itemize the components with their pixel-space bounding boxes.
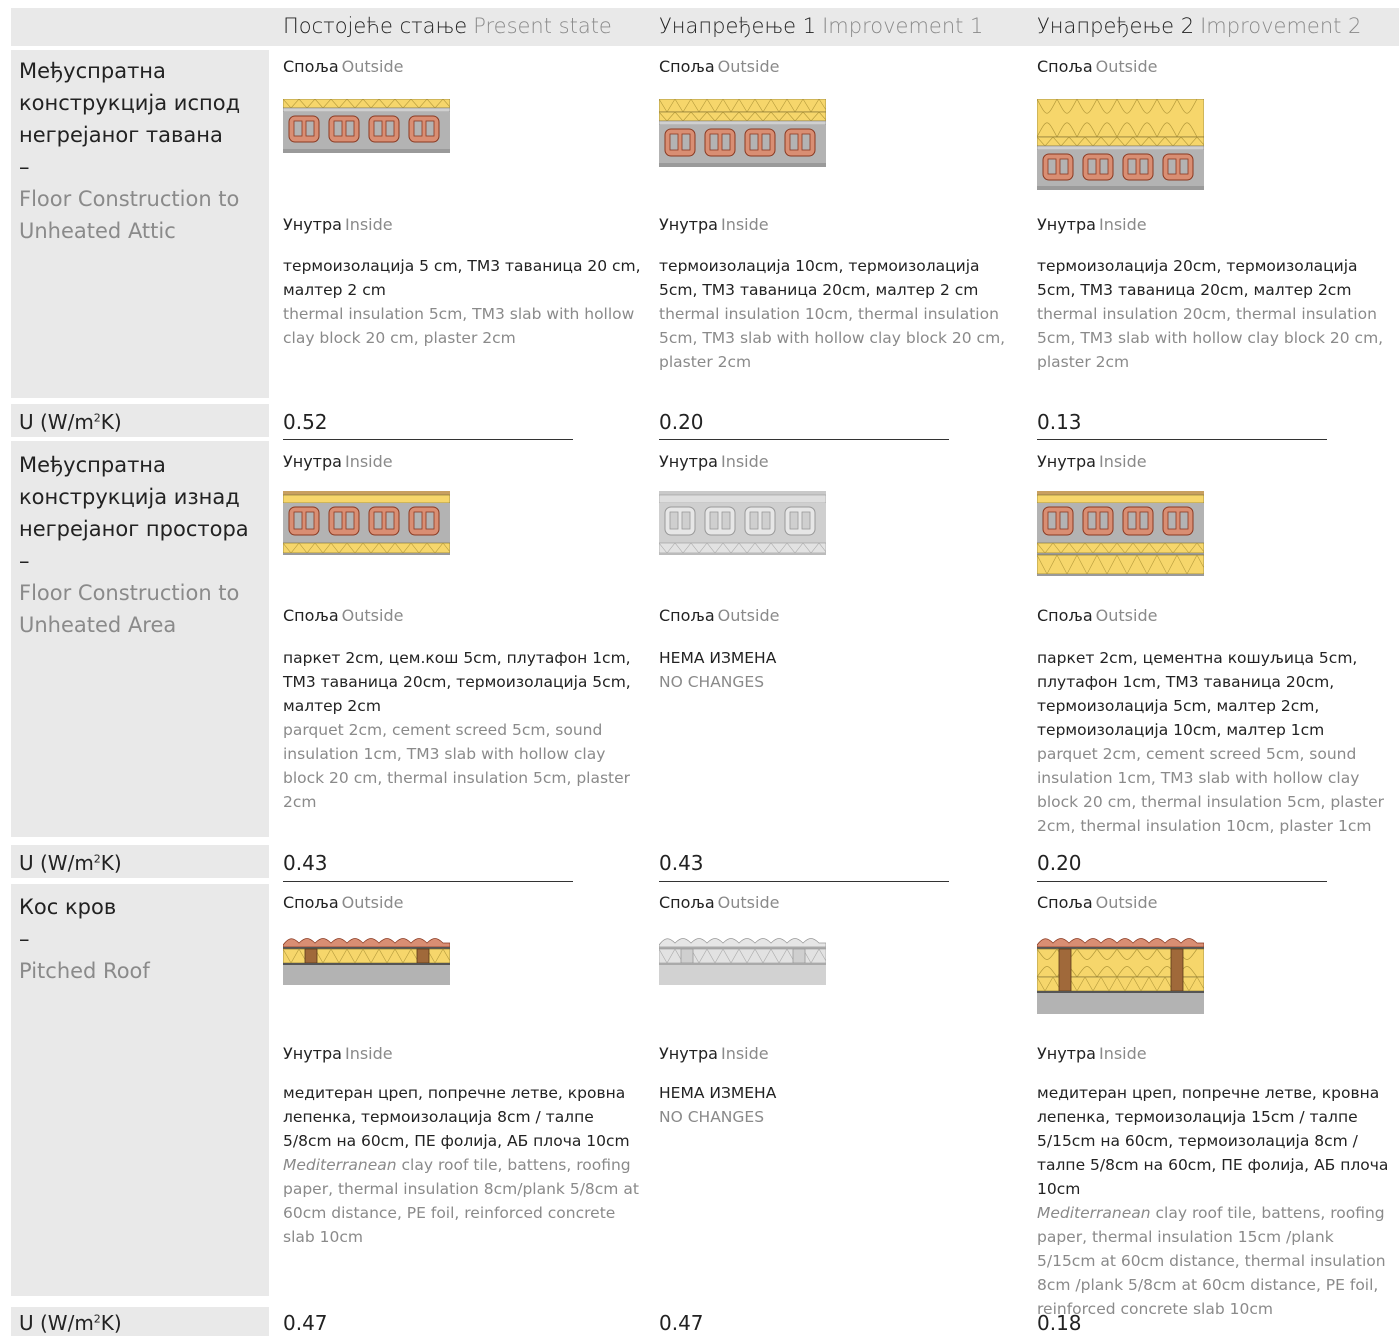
column-header-improvement-2: Унапређење 2 Improvement 2 xyxy=(1037,14,1362,38)
inside-label: Унутра Inside xyxy=(283,1044,393,1063)
u-value: 0.18 xyxy=(1037,1311,1082,1335)
section-roof-present xyxy=(283,938,450,985)
layer-description: термоизолација 5 cm, ТМ3 таваница 20 cm,… xyxy=(283,257,641,347)
u-value: 0.47 xyxy=(659,1311,704,1335)
inside-label: Унутра Inside xyxy=(1037,452,1147,471)
u-value-label: U (W/m2K) xyxy=(19,410,122,434)
outside-label: Споља Outside xyxy=(1037,606,1158,625)
u-value: 0.43 xyxy=(659,851,704,875)
u-value: 0.52 xyxy=(283,410,328,434)
u-value: 0.20 xyxy=(1037,851,1082,875)
u-value: 0.43 xyxy=(283,851,328,875)
inside-label: Унутра Inside xyxy=(283,452,393,471)
u-value: 0.13 xyxy=(1037,410,1082,434)
section-attic-present xyxy=(283,99,450,153)
outside-label: Споља Outside xyxy=(283,893,404,912)
row-title-unheated-area: Међуспратна конструкција изнад негрејано… xyxy=(19,453,249,637)
layer-description: термоизолација 20cm, термоизолација 5cm,… xyxy=(1037,257,1384,371)
inside-label: Унутра Inside xyxy=(659,1044,769,1063)
section-unheated-area-present xyxy=(283,491,450,555)
section-roof-improvement-2 xyxy=(1037,938,1204,1014)
layer-description: паркет 2cm, цементна кошуљица 5cm, плута… xyxy=(1037,649,1385,835)
outside-label: Споља Outside xyxy=(1037,57,1158,76)
column-header-improvement-1: Унапређење 1 Improvement 1 xyxy=(659,14,984,38)
layer-description: паркет 2cm, цем.кош 5cm, плутафон 1cm, Т… xyxy=(283,649,631,811)
layer-description: медитеран цреп, попречне летве, кровна л… xyxy=(283,1084,639,1246)
u-underline xyxy=(659,881,949,882)
u-value-label: U (W/m2K) xyxy=(19,851,122,875)
row-title-pitched-roof: Кос кров – Pitched Roof xyxy=(19,895,150,983)
layer-description: НЕМА ИЗМЕНА NO CHANGES xyxy=(659,649,777,691)
outside-label: Споља Outside xyxy=(659,57,780,76)
section-attic-improvement-2 xyxy=(1037,99,1204,190)
outside-label: Споља Outside xyxy=(1037,893,1158,912)
column-header-present: Постојеће стање Present state xyxy=(283,14,612,38)
u-underline xyxy=(659,439,949,440)
outside-label: Споља Outside xyxy=(659,893,780,912)
outside-label: Споља Outside xyxy=(659,606,780,625)
outside-label: Споља Outside xyxy=(283,606,404,625)
u-underline xyxy=(1037,881,1327,882)
inside-label: Унутра Inside xyxy=(283,215,393,234)
inside-label: Унутра Inside xyxy=(659,215,769,234)
row-title-attic: Међуспратна конструкција испод негрејано… xyxy=(19,59,241,243)
u-underline xyxy=(283,439,573,440)
u-underline xyxy=(283,881,573,882)
u-value-label: U (W/m2K) xyxy=(19,1311,122,1335)
section-unheated-area-improvement-2 xyxy=(1037,491,1204,576)
inside-label: Унутра Inside xyxy=(659,452,769,471)
layer-description: медитеран цреп, попречне летве, кровна л… xyxy=(1037,1084,1389,1318)
u-underline xyxy=(1037,439,1327,440)
section-attic-improvement-1 xyxy=(659,99,826,167)
inside-label: Унутра Inside xyxy=(1037,215,1147,234)
u-value: 0.20 xyxy=(659,410,704,434)
inside-label: Унутра Inside xyxy=(1037,1044,1147,1063)
outside-label: Споља Outside xyxy=(283,57,404,76)
section-unheated-area-improvement-1 xyxy=(659,491,826,555)
layer-description: НЕМА ИЗМЕНА NO CHANGES xyxy=(659,1084,777,1126)
section-roof-improvement-1 xyxy=(659,938,826,985)
u-value: 0.47 xyxy=(283,1311,328,1335)
layer-description: термоизолација 10cm, термоизолација 5cm,… xyxy=(659,257,1006,371)
